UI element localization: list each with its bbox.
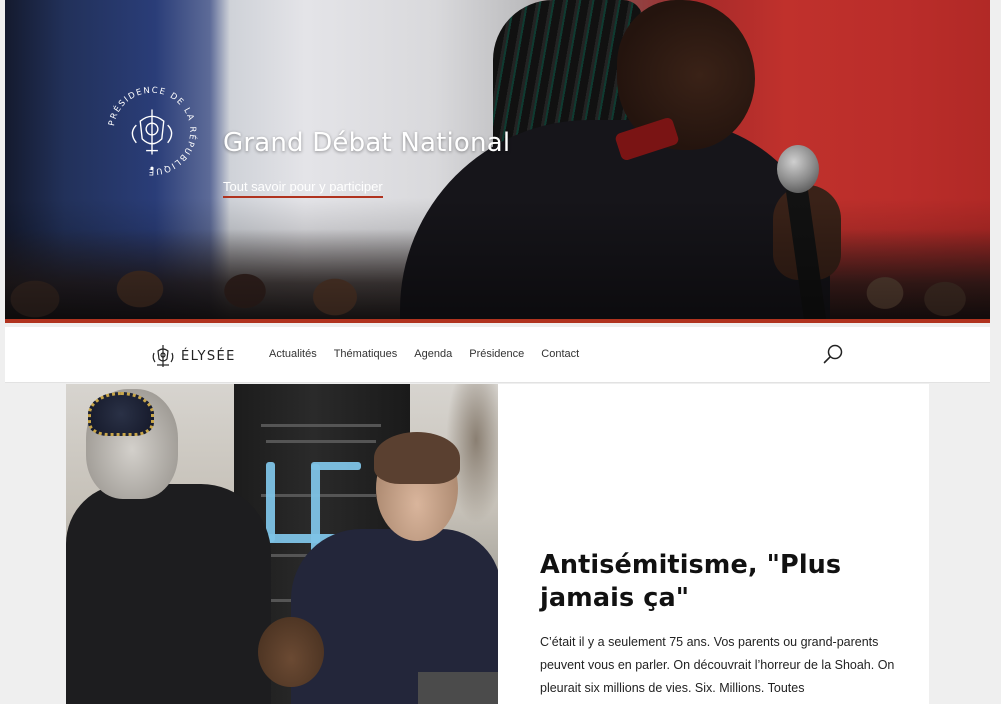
photo-man-right-hair (374, 432, 460, 484)
hero-banner[interactable]: PRÉSIDENCE DE LA RÉPUBLIQUE Grand Débat … (5, 0, 990, 323)
nav-item-agenda[interactable]: Agenda (414, 348, 452, 360)
article-photo[interactable] (66, 384, 498, 704)
search-icon[interactable] (822, 343, 844, 365)
nav-item-thematiques[interactable]: Thématiques (334, 348, 398, 360)
nav-links: Actualités Thématiques Agenda Présidence… (269, 348, 596, 360)
gravestone-engraving (266, 440, 376, 443)
brand-logo[interactable]: ÉLYSÉE (151, 343, 236, 369)
hero-title: Grand Débat National (223, 128, 511, 158)
page: PRÉSIDENCE DE LA RÉPUBLIQUE Grand Débat … (0, 0, 1001, 704)
brand-name: ÉLYSÉE (181, 348, 236, 364)
photo-child (258, 617, 324, 687)
nav-item-contact[interactable]: Contact (541, 348, 579, 360)
elysee-emblem-icon (152, 345, 174, 367)
hero-link[interactable]: Tout savoir pour y participer (223, 179, 383, 198)
graffiti-mark (266, 462, 275, 542)
gravestone-engraving (261, 424, 381, 427)
presidential-seal-icon: PRÉSIDENCE DE LA RÉPUBLIQUE (106, 85, 197, 178)
article-title[interactable]: Antisémitisme, "Plus jamais ça" (540, 549, 860, 615)
main-navigation: ÉLYSÉE Actualités Thématiques Agenda Pré… (5, 327, 990, 383)
featured-article[interactable]: Antisémitisme, "Plus jamais ça" C’était … (66, 384, 929, 704)
nav-item-actualites[interactable]: Actualités (269, 348, 317, 360)
kippa-icon (88, 392, 154, 436)
nav-item-presidence[interactable]: Présidence (469, 348, 524, 360)
graffiti-mark (311, 462, 361, 470)
article-excerpt: C’était il y a seulement 75 ans. Vos par… (540, 635, 895, 695)
photo-man-left (66, 484, 271, 704)
photo-stone (418, 672, 498, 704)
